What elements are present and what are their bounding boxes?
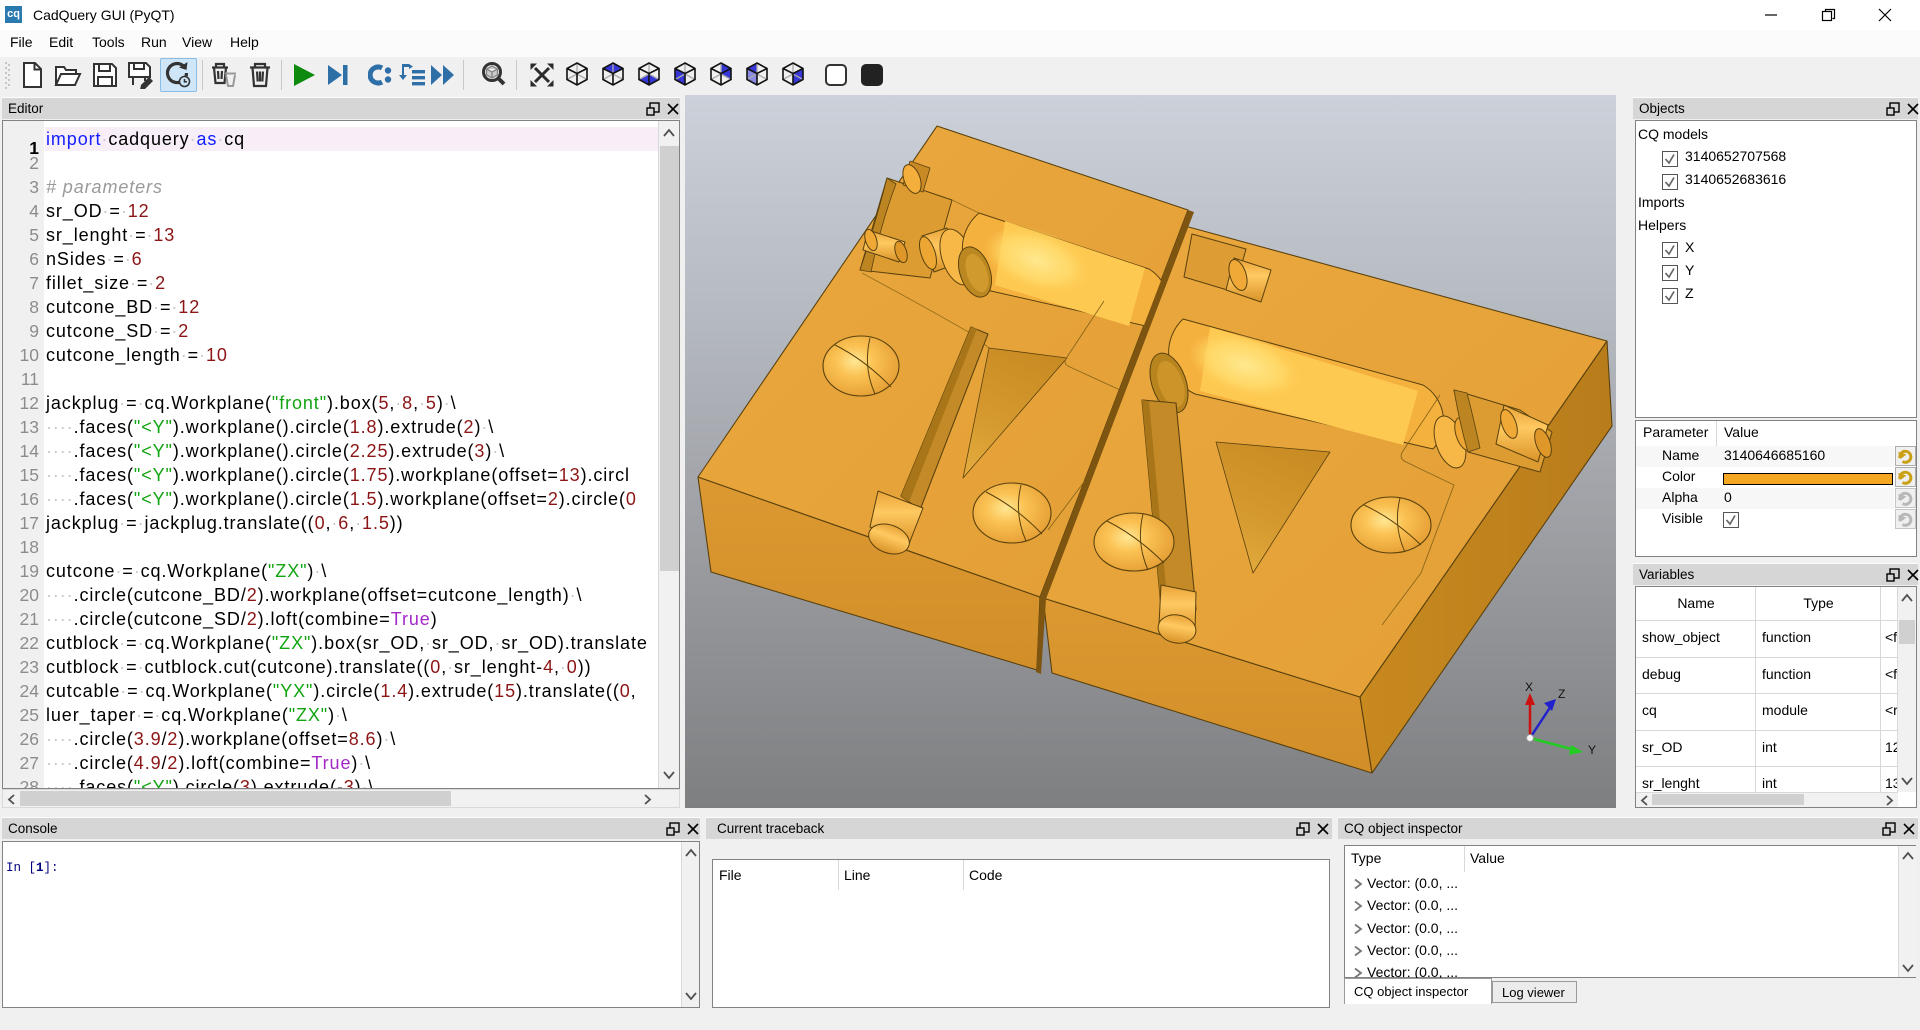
svg-text:Z: Z bbox=[1558, 687, 1565, 701]
svg-text:Y: Y bbox=[1588, 743, 1596, 757]
svg-text:X: X bbox=[1525, 680, 1533, 694]
